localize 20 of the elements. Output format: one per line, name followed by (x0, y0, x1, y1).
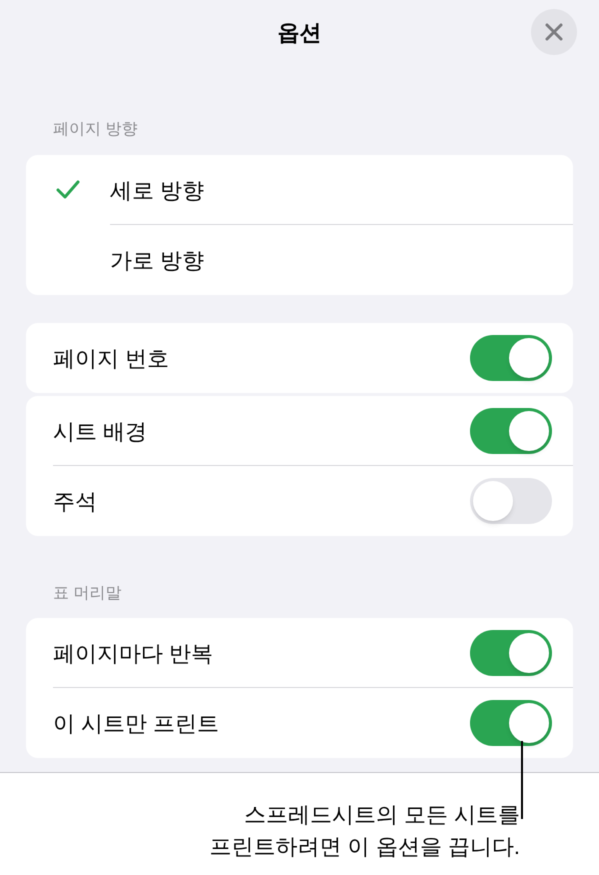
callout-text: 스프레드시트의 모든 시트를 (244, 801, 520, 829)
toggle-label: 페이지마다 반복 (53, 640, 214, 668)
close-button[interactable] (531, 9, 577, 55)
toggle-label: 페이지 번호 (53, 344, 170, 372)
section-heading: 페이지 방향 (53, 120, 138, 140)
toggle-switch[interactable] (470, 478, 552, 524)
toggle-switch[interactable] (470, 408, 552, 454)
section-heading: 표 머리말 (53, 584, 122, 604)
toggle-switch[interactable] (470, 700, 552, 746)
checkmark-icon (56, 180, 80, 200)
close-icon (544, 22, 564, 42)
callout-text: 프린트하려면 이 옵션을 끕니다. (210, 833, 520, 861)
toggle-label: 시트 배경 (53, 418, 148, 446)
toggle-label: 이 시트만 프린트 (53, 710, 220, 738)
toggle-switch[interactable] (470, 335, 552, 381)
orientation-option[interactable]: 가로 방향 (26, 225, 573, 295)
window-title: 옵션 (278, 18, 322, 46)
orientation-option[interactable]: 세로 방향 (26, 155, 573, 225)
toggle-label: 주석 (53, 488, 97, 516)
toggle-switch[interactable] (470, 630, 552, 676)
